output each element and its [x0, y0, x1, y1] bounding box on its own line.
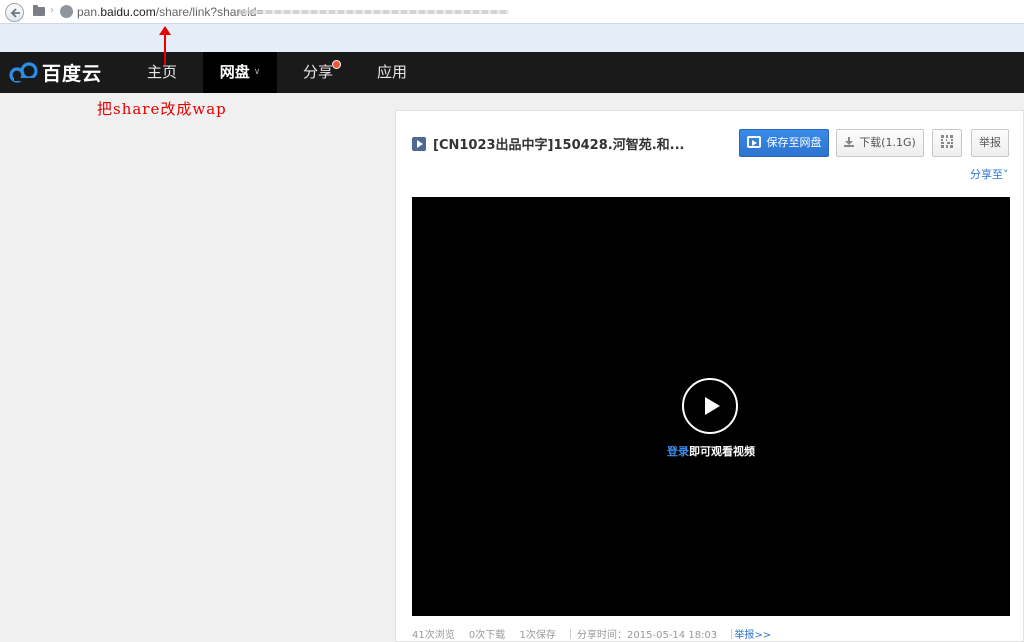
report-link[interactable]: 举报>>	[734, 630, 771, 641]
folder-icon[interactable]	[33, 5, 45, 16]
globe-icon	[60, 5, 73, 18]
share-to-label: 分享至	[970, 168, 1003, 181]
save-button-label: 保存至网盘	[766, 136, 822, 149]
report-button[interactable]: 举报	[971, 129, 1009, 157]
url-domain: baidu.com	[100, 5, 156, 19]
top-nav: 百度云 主页 网盘 ∨ 分享 应用	[0, 52, 1024, 93]
browser-address-bar: › pan.baidu.com/share/link?shareid=	[0, 0, 1024, 24]
save-count: 1次保存	[519, 630, 556, 641]
share-stats: 41次浏览 0次下载 1次保存 分享时间：2015-05-14 18:03 举报…	[412, 626, 782, 641]
share-to-dropdown[interactable]: 分享至˅	[970, 166, 1009, 182]
login-link[interactable]: 登录	[667, 445, 689, 458]
login-hint-text: 即可观看视频	[689, 445, 755, 458]
nav-item-label: 分享	[302, 63, 333, 81]
download-button[interactable]: 下载(1.1G)	[836, 129, 924, 157]
logo[interactable]: 百度云	[8, 58, 102, 86]
nav-item-label: 主页	[146, 63, 177, 81]
nav-item-apps[interactable]: 应用	[360, 52, 424, 93]
back-arrow-icon	[10, 8, 20, 18]
back-button[interactable]	[5, 3, 24, 22]
video-file-icon	[412, 137, 426, 151]
chevron-down-icon: ˅	[1003, 168, 1009, 181]
video-player[interactable]: 登录即可观看视频	[412, 197, 1010, 616]
download-button-label: 下载(1.1G)	[859, 136, 916, 149]
file-title: [CN1023出品中字]150428.河智苑.和...	[433, 138, 685, 153]
browser-toolbar-strip	[0, 24, 1024, 52]
report-button-label: 举报	[979, 136, 1001, 149]
notification-dot	[332, 60, 341, 69]
nav-item-share[interactable]: 分享	[286, 52, 350, 93]
save-icon	[746, 136, 761, 148]
annotation-arrow-icon	[159, 26, 171, 65]
view-count: 41次浏览	[412, 630, 455, 641]
share-panel: [CN1023出品中字]150428.河智苑.和... 保存至网盘 下载(1.1…	[395, 110, 1024, 642]
save-to-disk-button[interactable]: 保存至网盘	[739, 129, 829, 157]
qrcode-icon	[941, 135, 953, 148]
divider	[731, 629, 733, 639]
cloud-logo-icon	[9, 62, 38, 83]
logo-text: 百度云	[42, 62, 103, 85]
annotation-text: 把share改成wap	[97, 100, 227, 118]
nav-item-label: 应用	[376, 63, 407, 81]
login-hint: 登录即可观看视频	[412, 443, 1010, 459]
nav-item-netdisk[interactable]: 网盘 ∨	[203, 52, 277, 93]
download-count: 0次下载	[468, 630, 506, 641]
url-redacted	[239, 10, 509, 14]
download-icon	[844, 137, 855, 147]
chevron-down-icon: ∨	[253, 67, 261, 77]
share-time: 分享时间：2015-05-14 18:03	[577, 630, 718, 641]
divider	[570, 629, 572, 639]
play-icon[interactable]	[682, 378, 738, 434]
chevron-right-icon: ›	[50, 5, 54, 16]
url-field[interactable]: pan.baidu.com/share/link?shareid=	[77, 5, 263, 19]
url-domain-prefix: pan.	[77, 5, 101, 19]
qrcode-button[interactable]	[932, 129, 962, 157]
nav-item-label: 网盘	[219, 63, 250, 81]
